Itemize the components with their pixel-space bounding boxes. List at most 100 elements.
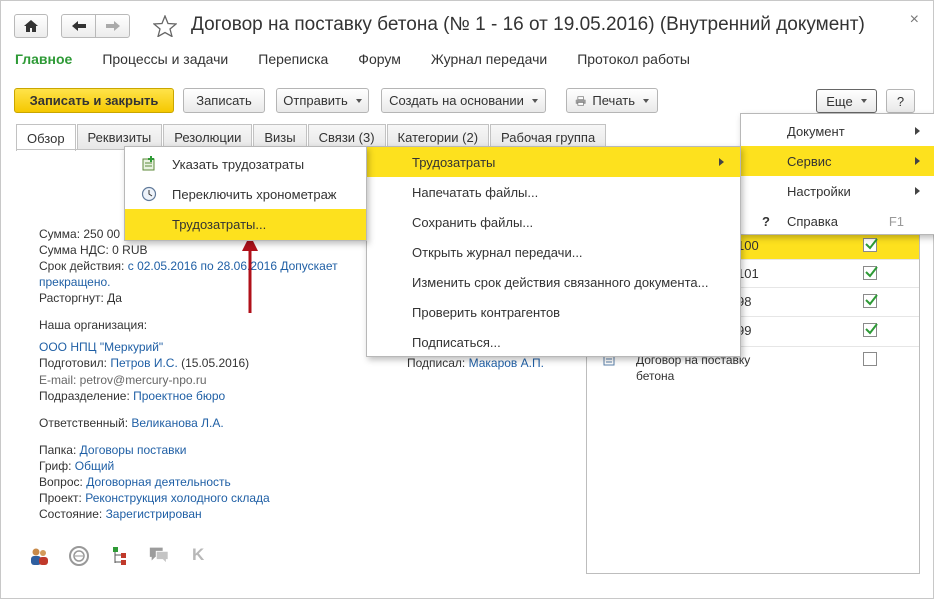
menu-item-help[interactable]: ? Справка F1: [741, 206, 934, 236]
question-link[interactable]: Договорная деятельность: [86, 475, 231, 489]
stamp-row: Гриф: Общий: [39, 459, 114, 473]
send-button[interactable]: Отправить: [276, 88, 369, 113]
menu-item-specify-labor[interactable]: Указать трудозатраты: [125, 149, 366, 179]
chevron-down-icon: [355, 98, 362, 103]
checkmark-icon: [865, 266, 878, 278]
project-link[interactable]: Реконструкция холодного склада: [85, 491, 270, 505]
nav-transfer-log[interactable]: Журнал передачи: [431, 51, 547, 67]
service-submenu: Трудозатраты Напечатать файлы... Сохрани…: [366, 146, 741, 357]
menu-item-save-files[interactable]: Сохранить файлы...: [367, 207, 740, 237]
menu-item-open-transfer-log[interactable]: Открыть журнал передачи...: [367, 237, 740, 267]
menu-item-labor-list[interactable]: Трудозатраты...: [125, 209, 366, 240]
stamp-label: Гриф:: [39, 459, 72, 473]
forward-button[interactable]: [95, 14, 130, 38]
window-title: Договор на поставку бетона (№ 1 - 16 от …: [191, 14, 865, 35]
menu-item-settings[interactable]: Настройки: [741, 176, 934, 206]
stamp-link[interactable]: Общий: [75, 459, 115, 473]
state-link[interactable]: Зарегистрирован: [106, 507, 202, 521]
close-icon: ×: [909, 11, 919, 28]
close-button[interactable]: ×: [910, 11, 919, 29]
print-button[interactable]: Печать: [566, 88, 658, 113]
nav-forum[interactable]: Форум: [358, 51, 401, 67]
menu-item-check-counterparties[interactable]: Проверить контрагентов: [367, 297, 740, 327]
chevron-down-icon: [860, 99, 867, 103]
menu-item-change-term[interactable]: Изменить срок действия связанного докуме…: [367, 267, 740, 297]
terminated-label: Расторгнут: Да: [39, 291, 122, 305]
folder-link[interactable]: Договоры поставки: [80, 443, 187, 457]
related-checkbox[interactable]: [863, 323, 878, 337]
menu-item-document[interactable]: Документ: [741, 116, 934, 146]
create-based-label: Создать на основании: [389, 93, 524, 108]
related-checkbox[interactable]: [863, 352, 877, 366]
term-link-cont[interactable]: прекращено.: [39, 275, 111, 289]
create-based-button[interactable]: Создать на основании: [381, 88, 546, 113]
chevron-right-icon: [915, 127, 920, 135]
dept-link[interactable]: Проектное бюро: [133, 389, 225, 403]
structure-icon[interactable]: [109, 545, 131, 567]
chat-icon[interactable]: [148, 544, 170, 566]
menu-item-label: Трудозатраты: [412, 154, 496, 170]
document-window: Договор на поставку бетона (№ 1 - 16 от …: [0, 0, 934, 599]
resp-row: Ответственный: Великанова Л.А.: [39, 416, 224, 430]
project-row: Проект: Реконструкция холодного склада: [39, 491, 270, 505]
menu-item-print-files[interactable]: Напечатать файлы...: [367, 177, 740, 207]
our-org-link[interactable]: ООО НПЦ "Меркурий": [39, 340, 163, 354]
signed-by-link[interactable]: Макаров А.П.: [469, 356, 544, 370]
prepared-label: Подготовил:: [39, 356, 108, 370]
related-row-text-cont: бетона: [636, 369, 675, 383]
chevron-right-icon: [719, 158, 724, 166]
dept-label: Подразделение:: [39, 389, 130, 403]
menu-item-subscribe[interactable]: Подписаться...: [367, 327, 740, 357]
annotation-arrow-icon: [242, 235, 258, 313]
menu-item-labor[interactable]: Трудозатраты: [367, 147, 740, 177]
arrow-left-icon: [71, 21, 86, 31]
prepared-date: (15.05.2016): [181, 356, 250, 370]
tab-overview[interactable]: Обзор: [16, 124, 76, 151]
menu-item-toggle-timing[interactable]: Переключить хронометраж: [125, 179, 366, 209]
section-nav: Главное Процессы и задачи Переписка Фору…: [15, 51, 720, 67]
nav-correspondence[interactable]: Переписка: [258, 51, 328, 67]
menu-item-label: Справка: [787, 213, 838, 229]
save-close-button[interactable]: Записать и закрыть: [14, 88, 174, 113]
related-checkbox[interactable]: [863, 238, 878, 252]
prepared-by-link[interactable]: Петров И.С.: [110, 356, 177, 370]
menu-item-label: Настройки: [787, 183, 851, 199]
menu-item-label: Документ: [787, 123, 845, 139]
state-row: Состояние: Зарегистрирован: [39, 507, 202, 521]
back-button[interactable]: [61, 14, 96, 38]
sum-label: Сумма: 250 00: [39, 227, 121, 241]
question-label: Вопрос:: [39, 475, 83, 489]
chevron-down-icon: [643, 98, 649, 103]
save-button[interactable]: Записать: [183, 88, 265, 113]
menu-item-label: Переключить хронометраж: [172, 186, 337, 202]
labor-submenu: Указать трудозатраты Переключить хрономе…: [124, 146, 367, 241]
favorite-star-button[interactable]: [152, 14, 178, 40]
signed-row: Подписал: Макаров А.П.: [407, 356, 544, 370]
resp-link[interactable]: Великанова Л.А.: [131, 416, 223, 430]
help-button[interactable]: ?: [886, 89, 915, 113]
menu-item-label: Сохранить файлы...: [412, 214, 534, 230]
arrow-right-icon: [105, 21, 120, 31]
k-icon[interactable]: K: [192, 545, 204, 565]
nav-processes[interactable]: Процессы и задачи: [102, 51, 228, 67]
home-button[interactable]: [14, 14, 48, 38]
menu-item-label: Трудозатраты...: [172, 217, 267, 232]
project-label: Проект:: [39, 491, 82, 505]
menu-item-service[interactable]: Сервис: [741, 146, 934, 176]
resp-label: Ответственный:: [39, 416, 129, 430]
more-menu: Документ Сервис Настройки ? Справка F1: [740, 113, 934, 235]
checkmark-icon: [865, 323, 878, 335]
term-link[interactable]: с 02.05.2016 по 28.06.2016 Допускает: [128, 259, 338, 273]
users-icon[interactable]: [28, 545, 50, 567]
discussion-icon[interactable]: [68, 545, 90, 567]
more-button[interactable]: Еще: [816, 89, 877, 113]
chevron-right-icon: [915, 187, 920, 195]
related-checkbox[interactable]: [863, 266, 878, 280]
chevron-down-icon: [531, 98, 538, 103]
nav-main[interactable]: Главное: [15, 51, 72, 67]
related-checkbox[interactable]: [863, 294, 878, 308]
menu-item-label: Подписаться...: [412, 334, 501, 350]
menu-item-label: Проверить контрагентов: [412, 304, 561, 320]
more-label: Еще: [826, 93, 853, 109]
nav-work-protocol[interactable]: Протокол работы: [577, 51, 690, 67]
